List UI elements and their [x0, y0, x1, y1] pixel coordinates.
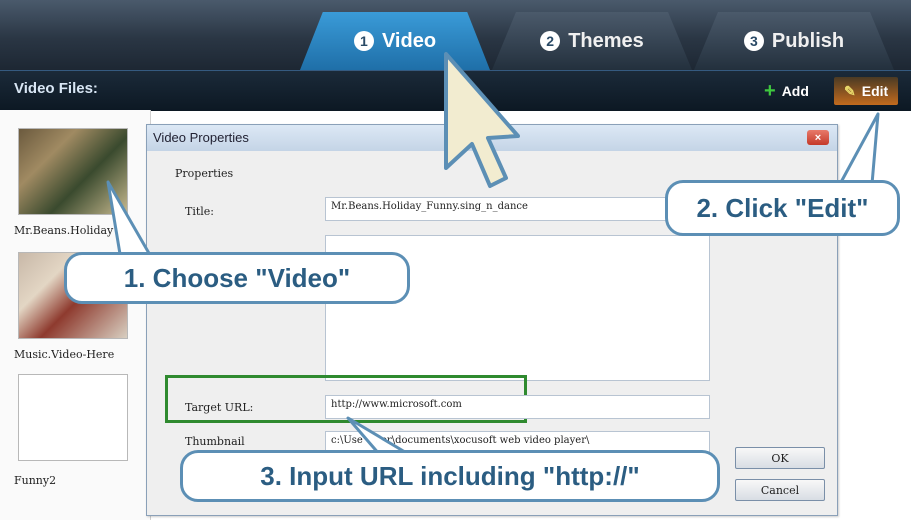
- arrow-cursor-icon: [444, 52, 520, 188]
- callout-input-url: 3. Input URL including "http://": [180, 450, 720, 502]
- ok-button[interactable]: OK: [735, 447, 825, 469]
- tab-themes-label: Themes: [568, 29, 644, 52]
- video-name-2[interactable]: Music.Video-Here: [14, 348, 114, 361]
- properties-group-label: Properties: [175, 167, 234, 180]
- video-thumbnail-3[interactable]: [18, 374, 128, 461]
- edit-button[interactable]: ✎ Edit: [834, 77, 899, 105]
- title-field[interactable]: Mr.Beans.Holiday_Funny.sing_n_dance: [325, 197, 710, 221]
- close-icon[interactable]: ×: [807, 130, 829, 145]
- tab-themes-number: 2: [540, 31, 561, 51]
- tab-themes[interactable]: 2 Themes: [492, 12, 692, 70]
- dialog-title: Video Properties: [153, 130, 249, 145]
- tab-video-label: Video: [381, 29, 437, 52]
- thumbnail-label: Thumbnail: [185, 435, 245, 448]
- add-button[interactable]: + Add: [754, 77, 819, 105]
- callout-click-edit: 2. Click "Edit": [665, 180, 900, 236]
- add-label: Add: [781, 83, 809, 99]
- target-url-label: Target URL:: [185, 401, 254, 414]
- tab-publish-number: 3: [743, 31, 764, 51]
- callout-2-pointer: [838, 112, 880, 186]
- video-thumbnail-1[interactable]: [18, 128, 128, 215]
- tab-video-number: 1: [353, 31, 374, 51]
- video-name-3[interactable]: Funny2: [14, 474, 56, 487]
- callout-choose-video: 1. Choose "Video": [64, 252, 410, 304]
- video-files-label: Video Files:: [14, 80, 98, 97]
- edit-label: Edit: [861, 83, 889, 99]
- target-url-field[interactable]: http://www.microsoft.com: [325, 395, 710, 419]
- tab-publish[interactable]: 3 Publish: [694, 12, 894, 70]
- cancel-button[interactable]: Cancel: [735, 479, 825, 501]
- pencil-icon: ✎: [844, 82, 856, 99]
- plus-icon: +: [764, 80, 776, 102]
- tab-publish-label: Publish: [771, 29, 845, 52]
- video-name-1[interactable]: Mr.Beans.Holiday: [14, 224, 113, 237]
- title-label: Title:: [185, 205, 215, 218]
- video-list-panel: Mr.Beans.Holiday Music.Video-Here Funny2: [0, 110, 151, 520]
